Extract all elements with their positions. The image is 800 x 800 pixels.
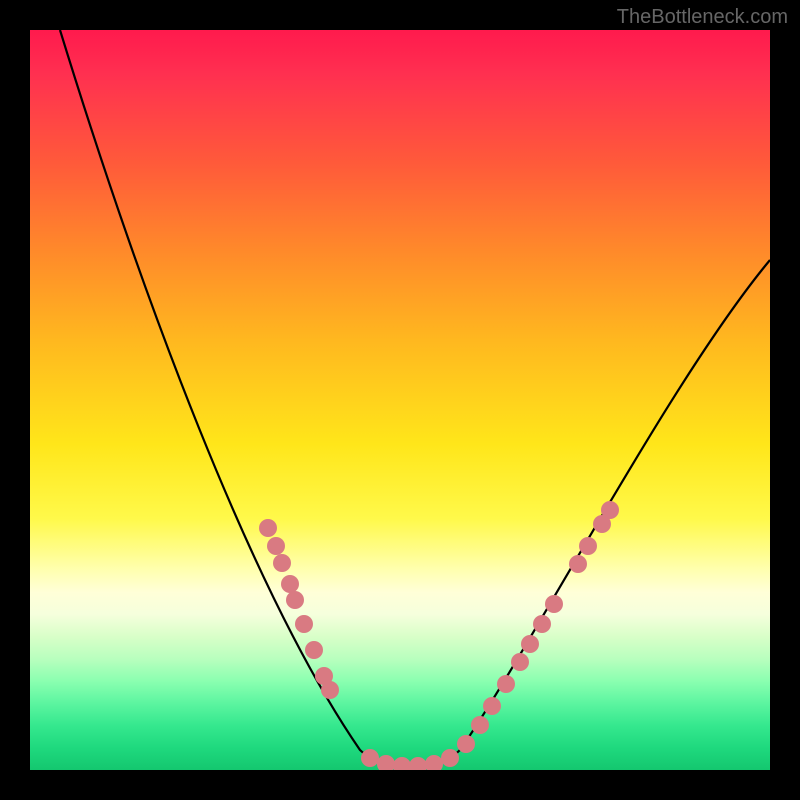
data-marker [511, 653, 529, 671]
data-marker [601, 501, 619, 519]
data-marker [267, 537, 285, 555]
data-marker [545, 595, 563, 613]
data-marker [286, 591, 304, 609]
data-marker [441, 749, 459, 767]
data-marker [483, 697, 501, 715]
data-marker [409, 757, 427, 770]
data-marker [259, 519, 277, 537]
data-marker [521, 635, 539, 653]
data-marker [281, 575, 299, 593]
chart-svg [30, 30, 770, 770]
data-marker [305, 641, 323, 659]
data-marker [457, 735, 475, 753]
data-marker [569, 555, 587, 573]
data-marker [393, 757, 411, 770]
data-marker [273, 554, 291, 572]
data-marker [361, 749, 379, 767]
data-marker [533, 615, 551, 633]
data-marker [377, 755, 395, 770]
watermark-text: TheBottleneck.com [617, 6, 788, 29]
data-marker [497, 675, 515, 693]
data-marker [425, 755, 443, 770]
data-marker [295, 615, 313, 633]
bottleneck-curve [60, 30, 770, 765]
data-marker [579, 537, 597, 555]
data-marker [321, 681, 339, 699]
data-marker [471, 716, 489, 734]
marker-group [259, 501, 619, 770]
plot-area [30, 30, 770, 770]
